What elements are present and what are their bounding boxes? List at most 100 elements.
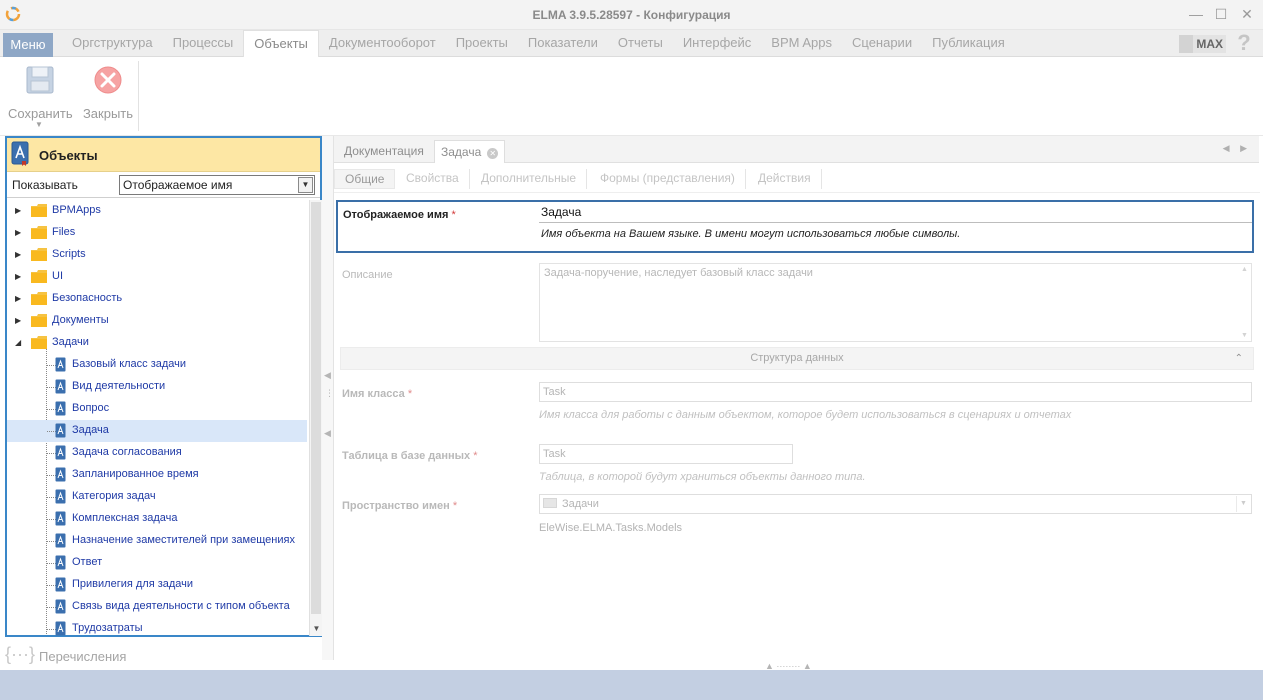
tree-item-label: UI bbox=[52, 270, 63, 282]
tree-item-activity-object-link[interactable]: Связь вида деятельности с типом объекта bbox=[7, 596, 307, 618]
close-tab-icon[interactable]: ✕ bbox=[487, 148, 499, 159]
folder-icon bbox=[31, 270, 47, 283]
tree-item-labor-costs[interactable]: Трудозатраты bbox=[7, 618, 307, 636]
editor-sub-tabs: Общие Свойства Дополнительные Формы (пре… bbox=[334, 163, 1260, 193]
collapse-icon[interactable]: ◢ bbox=[15, 338, 24, 347]
tree-item-bpmapps[interactable]: ▶ BPMApps bbox=[7, 200, 307, 222]
tree-item-task[interactable]: Задача bbox=[7, 420, 307, 442]
tree-item-question[interactable]: Вопрос bbox=[7, 398, 307, 420]
tree-item-security[interactable]: ▶ Безопасность bbox=[7, 288, 307, 310]
tree-scrollbar-thumb[interactable] bbox=[311, 202, 321, 614]
save-dropdown-arrow[interactable]: ▼ bbox=[35, 120, 43, 129]
tab-processes[interactable]: Процессы bbox=[163, 30, 244, 57]
namespace-label: Пространство имен * bbox=[342, 500, 458, 512]
objects-panel-title: Объекты bbox=[39, 148, 98, 163]
description-value: Задача-поручение, наследует базовый клас… bbox=[544, 267, 813, 279]
tab-scenarios[interactable]: Сценарии bbox=[842, 30, 922, 57]
panel-splitter[interactable]: ◀ ⋮ ◀ bbox=[322, 136, 334, 660]
help-icon[interactable]: ? bbox=[1235, 30, 1253, 56]
object-type-icon bbox=[55, 511, 66, 526]
object-editor: Документация Задача ✕ ◀ ▶ Общие Свойства … bbox=[333, 136, 1260, 660]
expand-icon[interactable]: ▶ bbox=[15, 272, 24, 281]
tab-bpm-apps[interactable]: BPM Apps bbox=[761, 30, 842, 57]
object-type-icon bbox=[55, 599, 66, 614]
show-mode-label: Показывать bbox=[12, 178, 78, 192]
tree-item-task-category[interactable]: Категория задач bbox=[7, 486, 307, 508]
save-button[interactable]: Сохранить bbox=[8, 65, 73, 121]
tree-item-answer[interactable]: Ответ bbox=[7, 552, 307, 574]
tree-item-documents[interactable]: ▶ Документы bbox=[7, 310, 307, 332]
tree-item-ui[interactable]: ▶ UI bbox=[7, 266, 307, 288]
collapse-up-icon[interactable]: ⌃ bbox=[1235, 348, 1243, 369]
display-name-field: Отображаемое имя * Задача Имя объекта на… bbox=[336, 200, 1254, 253]
chevron-down-icon[interactable]: ▼ bbox=[298, 177, 313, 193]
folder-icon bbox=[31, 314, 47, 327]
window-title: ELMA 3.9.5.28597 - Конфигурация bbox=[532, 8, 731, 22]
tree-item-label: Назначение заместителей при замещениях bbox=[72, 534, 295, 546]
minimize-button[interactable]: — bbox=[1188, 6, 1204, 22]
scroll-down-icon[interactable]: ▼ bbox=[311, 624, 322, 634]
tab-orgstructure[interactable]: Оргструктура bbox=[62, 30, 163, 57]
chevron-down-icon[interactable]: ▼ bbox=[1236, 496, 1250, 512]
tree-item-base-task-class[interactable]: Базовый класс задачи bbox=[7, 354, 307, 376]
subtab-forms[interactable]: Формы (представления) bbox=[590, 169, 746, 189]
tab-interface[interactable]: Интерфейс bbox=[673, 30, 761, 57]
tree-item-activity-type[interactable]: Вид деятельности bbox=[7, 376, 307, 398]
collapse-left-icon[interactable]: ◀ bbox=[324, 428, 331, 439]
show-mode-select[interactable]: Отображаемое имя ▼ bbox=[119, 175, 315, 195]
tab-projects[interactable]: Проекты bbox=[446, 30, 518, 57]
close-button[interactable]: Закрыть bbox=[82, 65, 134, 121]
tree-item-approval-task[interactable]: Задача согласования bbox=[7, 442, 307, 464]
tab-objects[interactable]: Объекты bbox=[243, 30, 319, 58]
tree-item-substitutes[interactable]: Назначение заместителей при замещениях bbox=[7, 530, 307, 552]
tab-nav-arrows-icon[interactable]: ◀ ▶ bbox=[1223, 143, 1251, 154]
folder-icon bbox=[543, 498, 557, 508]
display-name-label: Отображаемое имя * bbox=[343, 209, 456, 221]
tab-publication[interactable]: Публикация bbox=[922, 30, 1015, 57]
expand-icon[interactable]: ▶ bbox=[15, 228, 24, 237]
description-textarea[interactable]: Задача-поручение, наследует базовый клас… bbox=[539, 263, 1252, 342]
tab-task[interactable]: Задача ✕ bbox=[434, 140, 506, 163]
tree-item-label: Вид деятельности bbox=[72, 380, 166, 392]
object-type-icon bbox=[55, 379, 66, 394]
db-table-input[interactable]: Task bbox=[539, 444, 793, 464]
expand-icon[interactable]: ▶ bbox=[15, 206, 24, 215]
description-scrollbar[interactable]: ▲ ▼ bbox=[1239, 264, 1251, 341]
tree-item-scripts[interactable]: ▶ Scripts bbox=[7, 244, 307, 266]
subtab-properties[interactable]: Свойства bbox=[396, 169, 470, 189]
class-name-hint: Имя класса для работы с данным объектом,… bbox=[539, 409, 1072, 421]
display-name-input[interactable]: Задача bbox=[539, 203, 1252, 223]
tree-item-label: Комплексная задача bbox=[72, 512, 178, 524]
tree-item-task-privilege[interactable]: Привилегия для задачи bbox=[7, 574, 307, 596]
expand-icon[interactable]: ▶ bbox=[15, 316, 24, 325]
subtab-general[interactable]: Общие bbox=[334, 169, 396, 189]
expand-icon[interactable]: ▶ bbox=[15, 250, 24, 259]
subtab-actions[interactable]: Действия bbox=[748, 169, 822, 189]
tab-indicators[interactable]: Показатели bbox=[518, 30, 608, 57]
save-label: Сохранить bbox=[8, 106, 73, 121]
tab-documentation[interactable]: Документация bbox=[338, 140, 430, 163]
class-name-input[interactable]: Task bbox=[539, 382, 1252, 402]
show-mode-value: Отображаемое имя bbox=[123, 178, 233, 192]
subtab-additional[interactable]: Дополнительные bbox=[471, 169, 587, 189]
folder-icon bbox=[31, 226, 47, 239]
tab-reports[interactable]: Отчеты bbox=[608, 30, 673, 57]
maximize-button[interactable]: ☐ bbox=[1213, 6, 1229, 22]
tree-item-complex-task[interactable]: Комплексная задача bbox=[7, 508, 307, 530]
main-menu-button[interactable]: Меню bbox=[3, 33, 53, 57]
objects-book-icon bbox=[11, 141, 29, 166]
tree-item-tasks[interactable]: ◢ Задачи bbox=[7, 332, 307, 354]
max-toggle-button[interactable]: MAX bbox=[1179, 35, 1226, 53]
expand-icon[interactable]: ▶ bbox=[15, 294, 24, 303]
tree-scrollbar[interactable]: ▼ bbox=[309, 200, 322, 636]
enumerations-section[interactable]: {···} Перечисления bbox=[5, 642, 322, 668]
close-window-button[interactable]: ✕ bbox=[1239, 6, 1255, 22]
namespace-select[interactable]: Задачи ▼ bbox=[539, 494, 1252, 514]
tree-item-files[interactable]: ▶ Files bbox=[7, 222, 307, 244]
object-type-icon bbox=[55, 357, 66, 372]
tree-item-planned-time[interactable]: Запланированное время bbox=[7, 464, 307, 486]
tab-document-flow[interactable]: Документооборот bbox=[319, 30, 446, 57]
collapse-left-icon[interactable]: ◀ bbox=[324, 370, 331, 381]
data-structure-section-header[interactable]: Структура данных ⌃ bbox=[340, 347, 1254, 370]
object-type-icon bbox=[55, 401, 66, 416]
